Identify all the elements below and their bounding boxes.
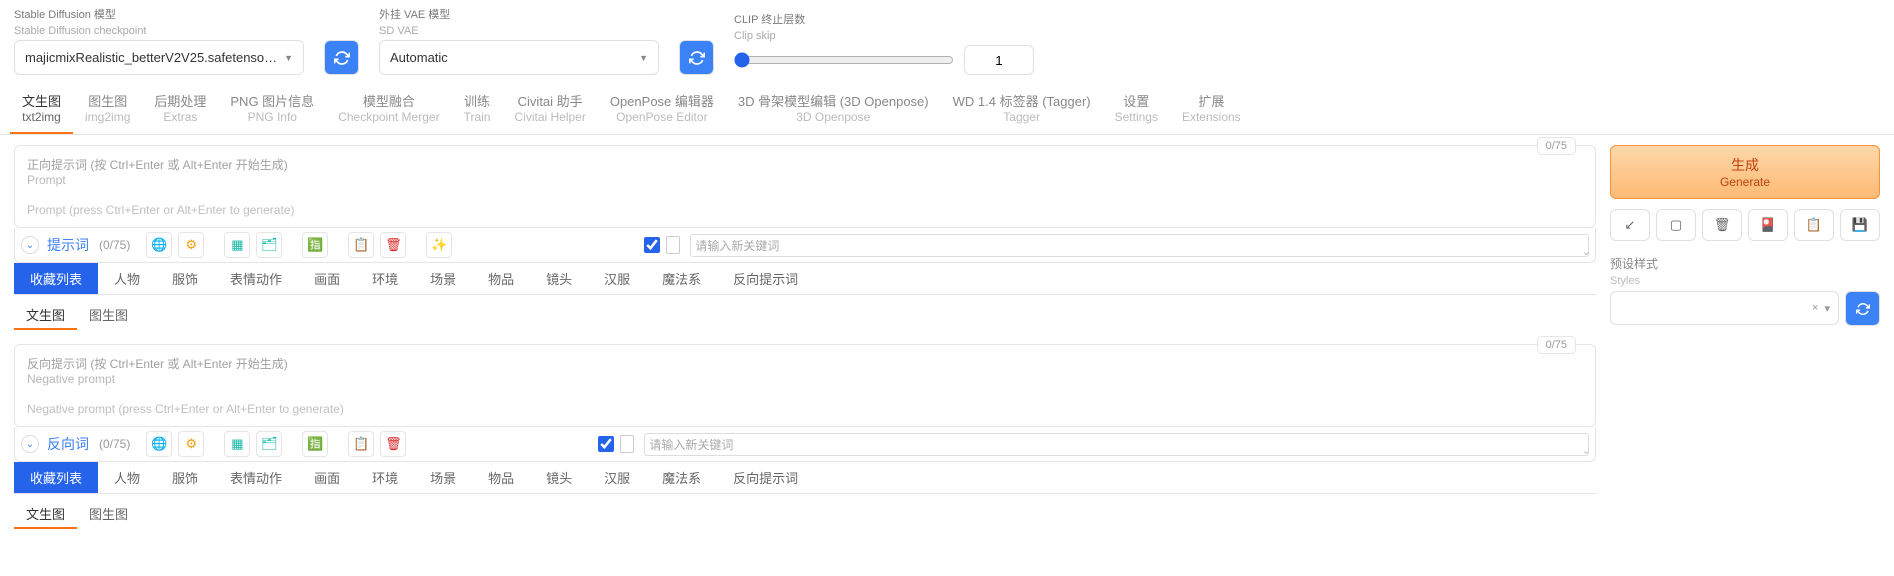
category-tab[interactable]: 魔法系 [646,462,717,493]
clipboard-button[interactable]: 📋 [1794,209,1834,241]
chevron-down-icon: ▼ [284,53,293,63]
main-tabs: 文生图txt2img图生图img2img后期处理ExtrasPNG 图片信息PN… [0,85,1894,135]
category-tab[interactable]: 人物 [98,263,156,294]
ai-icon[interactable]: ✨ [426,232,452,258]
category-tab[interactable]: 服饰 [156,462,214,493]
prompt-panel-title: 提示词 [47,235,89,255]
neg-panel-title: 反向词 [47,434,89,454]
clip-slider[interactable] [734,52,954,68]
chevron-down-icon: ▼ [639,53,648,63]
card-icon[interactable]: 🗂 [256,232,282,258]
subcategory-tab[interactable]: 文生图 [14,500,77,529]
card-icon[interactable]: 🗂 [256,431,282,457]
tab-openpose-editor[interactable]: OpenPose 编辑器OpenPose Editor [598,85,726,134]
category-tab[interactable]: 场景 [414,263,472,294]
gear-icon[interactable]: ⚙ [178,431,204,457]
neg-keyword-input[interactable]: 请输入新关键词 [644,433,1589,456]
expand-neg-icon[interactable]: ⌄ [21,435,39,453]
trash-icon[interactable]: 🗑 [380,431,406,457]
category-tab[interactable]: 镜头 [530,263,588,294]
category-tab[interactable]: 表情动作 [214,462,298,493]
category-tab[interactable]: 魔法系 [646,263,717,294]
refresh-model-button[interactable] [324,40,359,75]
styles-label: 预设样式 Styles [1610,255,1880,287]
subcategory-tab[interactable]: 文生图 [14,301,77,330]
subcategory-tab[interactable]: 图生图 [77,301,140,330]
generate-button[interactable]: 生成 Generate [1610,145,1880,199]
copy-icon[interactable]: 📋 [348,431,374,457]
keyword-checkbox[interactable] [644,237,660,253]
tab-train[interactable]: 训练Train [452,85,503,134]
category-tab[interactable]: 反向提示词 [717,263,814,294]
category-tab[interactable]: 环境 [356,462,414,493]
grid-icon[interactable]: ▦ [224,232,250,258]
category-tab[interactable]: 镜头 [530,462,588,493]
prompt-panel-count: (0/75) [99,238,130,252]
vae-label: 外挂 VAE 模型 SD VAE [379,6,659,37]
category-tab[interactable]: 汉服 [588,462,646,493]
collapse-icon[interactable]: ⌄ [1582,245,1591,258]
trash-icon[interactable]: 🗑 [380,232,406,258]
category-tab[interactable]: 服饰 [156,263,214,294]
tab-extensions[interactable]: 扩展Extensions [1170,85,1253,134]
save-button[interactable]: 💾 [1840,209,1880,241]
prompt-textarea[interactable]: 正向提示词 (按 Ctrl+Enter 或 Alt+Enter 开始生成) Pr… [14,145,1596,228]
clip-number[interactable] [964,45,1034,75]
expand-prompt-icon[interactable]: ⌄ [21,236,39,254]
neg-panel-count: (0/75) [99,437,130,451]
category-tab[interactable]: 画面 [298,462,356,493]
category-tab[interactable]: 汉服 [588,263,646,294]
refresh-vae-button[interactable] [679,40,714,75]
neg-counter: 0/75 [1537,336,1576,354]
tab-tagger[interactable]: WD 1.4 标签器 (Tagger)Tagger [941,85,1103,134]
clear-button[interactable]: ▢ [1656,209,1696,241]
tab-img2img[interactable]: 图生图img2img [73,85,142,134]
tab-3d-openpose[interactable]: 3D 骨架模型编辑 (3D Openpose)3D Openpose [726,85,941,134]
globe-icon[interactable]: 🌐 [146,431,172,457]
category-tab[interactable]: 反向提示词 [717,462,814,493]
tab-extras[interactable]: 后期处理Extras [142,85,218,134]
styles-select[interactable]: × ▾ [1610,291,1839,325]
model-label: Stable Diffusion 模型 Stable Diffusion che… [14,6,304,37]
new-keyword-input[interactable]: 请输入新关键词 [690,234,1589,257]
category-tab[interactable]: 环境 [356,263,414,294]
grid-icon[interactable]: ▦ [224,431,250,457]
card-button[interactable]: 🎴 [1748,209,1788,241]
category-tab[interactable]: 场景 [414,462,472,493]
tab-civitai-helper[interactable]: Civitai 助手Civitai Helper [502,85,597,134]
delete-button[interactable]: 🗑 [1702,209,1742,241]
category-tab[interactable]: 画面 [298,263,356,294]
tab-checkpoint-merger[interactable]: 模型融合Checkpoint Merger [326,85,451,134]
category-tab[interactable]: 收藏列表 [14,462,98,493]
category-tab[interactable]: 物品 [472,462,530,493]
gear-icon[interactable]: ⚙ [178,232,204,258]
tab-txt2img[interactable]: 文生图txt2img [10,85,73,134]
translate-icon[interactable]: 🈯 [302,431,328,457]
prompt-counter: 0/75 [1537,137,1576,155]
tab-settings[interactable]: 设置Settings [1103,85,1170,134]
neg-keyword-checkbox[interactable] [598,436,614,452]
refresh-styles-button[interactable] [1845,291,1880,326]
category-tab[interactable]: 人物 [98,462,156,493]
globe-icon[interactable]: 🌐 [146,232,172,258]
subcategory-tab[interactable]: 图生图 [77,500,140,529]
vae-select[interactable]: Automatic ▼ [379,40,659,75]
copy-icon[interactable]: 📋 [348,232,374,258]
clip-label: CLIP 终止层数 Clip skip [734,11,1034,42]
category-tab[interactable]: 表情动作 [214,263,298,294]
category-tab[interactable]: 物品 [472,263,530,294]
model-select[interactable]: majicmixRealistic_betterV2V25.safetensor… [14,40,304,75]
category-tab[interactable]: 收藏列表 [14,263,98,294]
collapse-icon[interactable]: ⌄ [1582,444,1591,457]
tab-png-info[interactable]: PNG 图片信息PNG Info [218,85,326,134]
neg-textarea[interactable]: 反向提示词 (按 Ctrl+Enter 或 Alt+Enter 开始生成) Ne… [14,344,1596,427]
translate-icon[interactable]: 🈯 [302,232,328,258]
arrow-button[interactable]: ↙ [1610,209,1650,241]
